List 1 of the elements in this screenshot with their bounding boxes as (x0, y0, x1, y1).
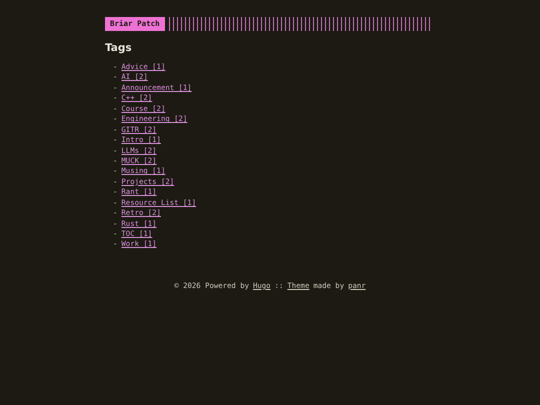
page-heading: Tags (105, 42, 133, 55)
